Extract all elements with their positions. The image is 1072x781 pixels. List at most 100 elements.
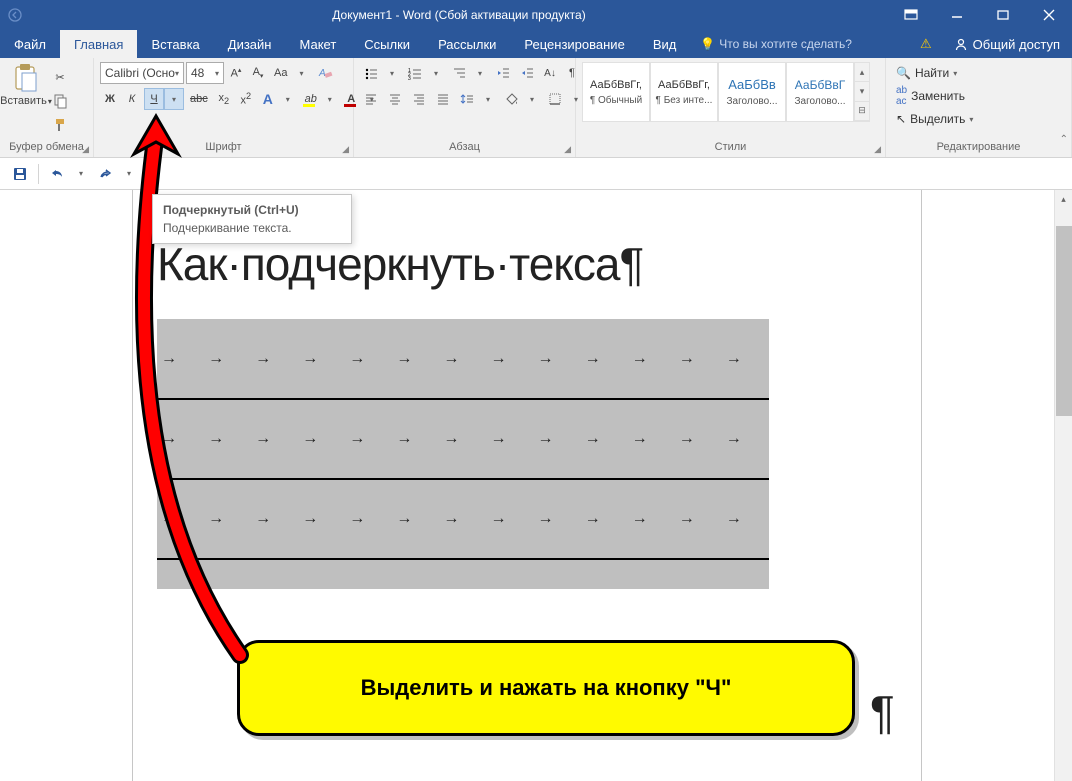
highlight-dropdown[interactable]: ▾ (320, 88, 340, 110)
styles-launcher[interactable]: ◢ (874, 144, 881, 155)
bold-button[interactable]: Ж (100, 88, 120, 110)
subscript-button[interactable]: x2 (214, 88, 234, 110)
align-center-icon (388, 92, 402, 106)
grow-font-button[interactable]: A▴ (226, 62, 246, 84)
style-heading2[interactable]: АаБбВвГЗаголово... (786, 62, 854, 122)
clipboard-launcher[interactable]: ◢ (82, 144, 89, 155)
group-font: Calibri (Осно▾ 48▾ A▴ A▾ Aa▾ A Ж К Ч▾ ab… (94, 58, 354, 157)
style-normal[interactable]: АаБбВвГг,¶ Обычный (582, 62, 650, 122)
underline-button[interactable]: Ч (144, 88, 164, 110)
styles-more[interactable]: ⊟ (855, 102, 869, 121)
format-painter-button[interactable] (48, 114, 72, 136)
tab-references[interactable]: Ссылки (350, 30, 424, 58)
bucket-icon (504, 92, 518, 106)
group-clipboard: Вставить▾ ✂ Буфер обмена ◢ (0, 58, 94, 157)
borders-button[interactable] (544, 88, 566, 110)
text-effects-dropdown[interactable]: ▾ (278, 88, 298, 110)
copy-button[interactable] (48, 90, 72, 112)
highlight-button[interactable]: ab (300, 88, 320, 110)
style-nospacing[interactable]: АаБбВвГг,¶ Без инте... (650, 62, 718, 122)
change-case-dropdown[interactable]: ▾ (291, 62, 311, 84)
quick-access-toolbar: ▾ ▾ (0, 158, 1072, 190)
font-group-label: Шрифт (100, 139, 347, 155)
tab-view[interactable]: Вид (639, 30, 691, 58)
change-case-button[interactable]: Aa (270, 62, 291, 84)
vertical-scrollbar[interactable]: ▴ (1054, 190, 1072, 781)
align-right-button[interactable] (408, 88, 430, 110)
scroll-thumb[interactable] (1056, 226, 1072, 416)
multilevel-button[interactable] (448, 62, 470, 84)
qat-customize[interactable]: ▾ (123, 162, 135, 186)
tab-home[interactable]: Главная (60, 30, 137, 58)
underline-dropdown[interactable]: ▾ (164, 88, 184, 110)
undo-button[interactable] (45, 162, 69, 186)
replace-button[interactable]: abac Заменить (892, 83, 977, 109)
paste-button[interactable]: Вставить▾ (6, 62, 46, 107)
styles-scroll: ▴ ▾ ⊟ (854, 62, 870, 122)
find-label: Найти (915, 66, 949, 80)
superscript-button[interactable]: x2 (236, 88, 256, 110)
find-button[interactable]: 🔍 Найти ▾ (892, 64, 977, 82)
align-left-button[interactable] (360, 88, 382, 110)
close-button[interactable] (1026, 0, 1072, 30)
shrink-font-button[interactable]: A▾ (248, 62, 268, 84)
tab-layout[interactable]: Макет (285, 30, 350, 58)
numbering-button[interactable]: 123 (404, 62, 426, 84)
multilevel-icon (452, 66, 466, 80)
redo-button[interactable] (93, 162, 117, 186)
copy-icon (52, 93, 68, 109)
inc-indent-icon (520, 66, 534, 80)
select-button[interactable]: ↖ Выделить ▾ (892, 110, 977, 128)
select-label: Выделить (910, 112, 965, 126)
strike-button[interactable]: abc (186, 88, 212, 110)
tab-mailings[interactable]: Рассылки (424, 30, 510, 58)
save-button[interactable] (8, 162, 32, 186)
back-icon (0, 0, 30, 30)
font-launcher[interactable]: ◢ (342, 144, 349, 155)
scroll-up[interactable]: ▴ (1055, 190, 1072, 208)
shading-dropdown[interactable]: ▾ (522, 88, 542, 110)
font-size-combo[interactable]: 48▾ (186, 62, 224, 84)
sort-button[interactable]: A↓ (540, 62, 560, 84)
justify-button[interactable] (432, 88, 454, 110)
paste-icon (10, 62, 42, 94)
cut-button[interactable]: ✂ (48, 66, 72, 88)
collapse-ribbon-button[interactable]: ⌃ (1060, 134, 1068, 145)
tab-insert[interactable]: Вставка (137, 30, 213, 58)
maximize-button[interactable] (980, 0, 1026, 30)
tooltip-title: Подчеркнутый (Ctrl+U) (163, 203, 341, 217)
change-case-icon: Aa (274, 67, 287, 79)
bullets-button[interactable] (360, 62, 382, 84)
warning-icon[interactable]: ⚠ (910, 30, 942, 58)
tab-file[interactable]: Файл (0, 30, 60, 58)
styles-up[interactable]: ▴ (855, 63, 869, 82)
italic-button[interactable]: К (122, 88, 142, 110)
tab-design[interactable]: Дизайн (214, 30, 286, 58)
tab-review[interactable]: Рецензирование (510, 30, 638, 58)
shading-button[interactable] (500, 88, 522, 110)
line-spacing-dropdown[interactable]: ▾ (478, 88, 498, 110)
superscript-icon: x2 (240, 91, 251, 107)
clear-format-button[interactable]: A (313, 62, 337, 84)
line-spacing-button[interactable] (456, 88, 478, 110)
inc-indent-button[interactable] (516, 62, 538, 84)
eraser-icon: A (317, 65, 333, 81)
text-effects-button[interactable]: A (258, 88, 278, 110)
multilevel-dropdown[interactable]: ▾ (470, 62, 490, 84)
styles-down[interactable]: ▾ (855, 82, 869, 101)
bullets-icon (364, 66, 378, 80)
bullets-dropdown[interactable]: ▾ (382, 62, 402, 84)
document-heading: Как·подчеркнуть·текса¶ (157, 237, 897, 291)
numbering-dropdown[interactable]: ▾ (426, 62, 446, 84)
tell-me[interactable]: 💡 Что вы хотите сделать? (690, 30, 862, 58)
font-name-combo[interactable]: Calibri (Осно▾ (100, 62, 184, 84)
dec-indent-button[interactable] (492, 62, 514, 84)
align-center-button[interactable] (384, 88, 406, 110)
ribbon-display-options[interactable] (888, 0, 934, 30)
paragraph-launcher[interactable]: ◢ (564, 144, 571, 155)
share-button[interactable]: Общий доступ (942, 30, 1072, 58)
undo-dropdown[interactable]: ▾ (75, 162, 87, 186)
style-heading1[interactable]: АаБбВвЗаголово... (718, 62, 786, 122)
group-editing: 🔍 Найти ▾ abac Заменить ↖ Выделить ▾ Ред… (886, 58, 1072, 157)
minimize-button[interactable] (934, 0, 980, 30)
